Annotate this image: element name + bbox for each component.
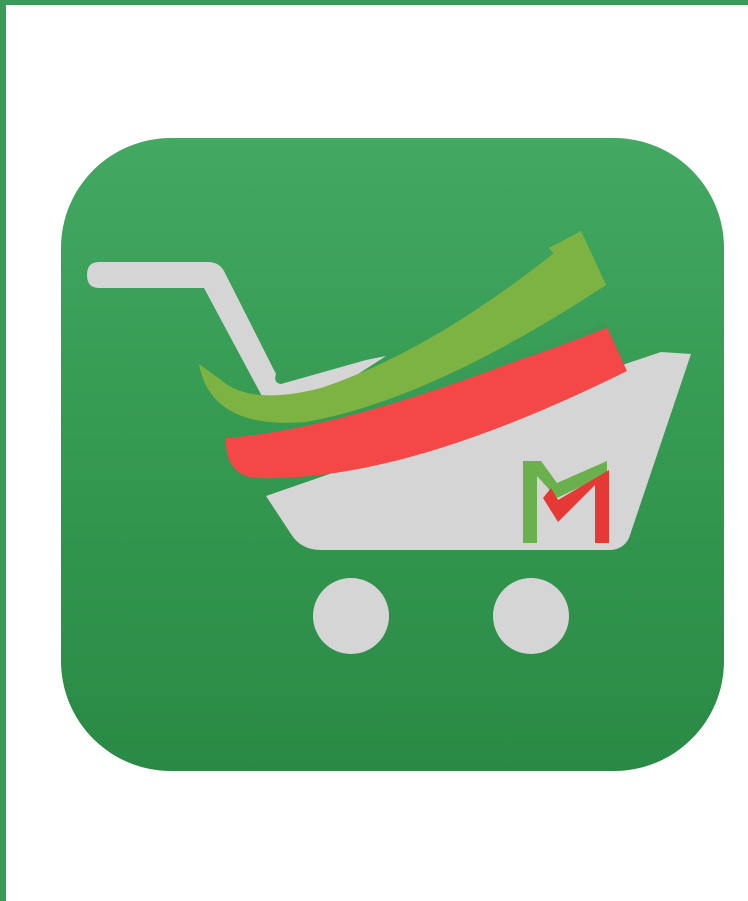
- cart-wheel-left-icon: [313, 578, 389, 654]
- app-icon[interactable]: [61, 138, 724, 771]
- image-frame: [0, 0, 748, 901]
- app-icon-graphic: [87, 231, 691, 654]
- cart-wheel-right-icon: [493, 578, 569, 654]
